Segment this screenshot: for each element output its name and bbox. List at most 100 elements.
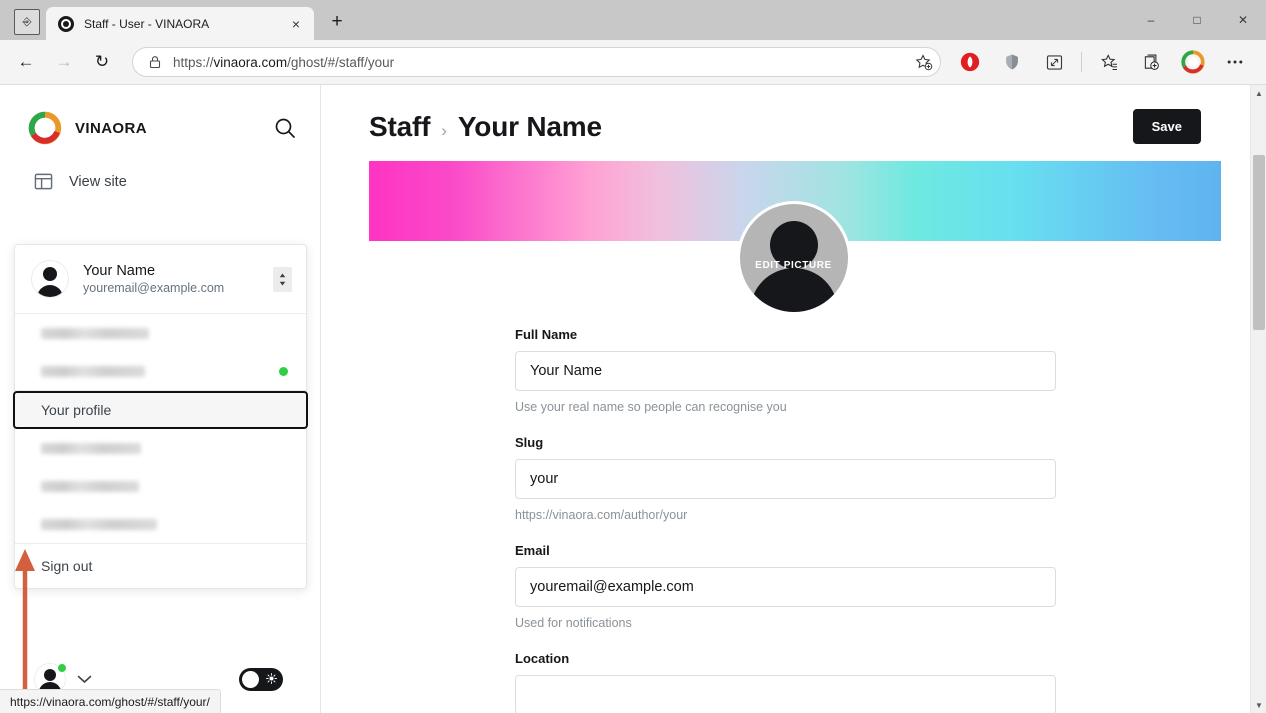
user-email: youremail@example.com — [83, 280, 225, 295]
toggle-knob — [242, 670, 259, 688]
ghost-favicon-icon — [58, 15, 74, 32]
breadcrumb-separator: › — [441, 120, 447, 140]
tracking-prevention-shield-icon[interactable] — [996, 46, 1028, 78]
redacted-label — [41, 480, 139, 492]
field-location: Location — [369, 651, 1218, 713]
vinaora-logo-icon — [28, 111, 62, 145]
minimize-icon[interactable]: – — [1128, 0, 1174, 40]
maximize-icon[interactable]: □ — [1174, 0, 1220, 40]
email-hint: Used for notifications — [515, 616, 632, 630]
url-prefix: https:// — [173, 54, 214, 70]
email-label: Email — [515, 543, 550, 558]
main-content: Staff › Your Name Save EDIT PICTURE Full… — [321, 85, 1266, 713]
email-input[interactable] — [515, 567, 1056, 607]
theme-toggle[interactable] — [239, 667, 283, 691]
location-input[interactable] — [515, 675, 1056, 713]
toolbar-divider — [1081, 52, 1082, 72]
address-bar[interactable]: https://vinaora.com/ghost/#/staff/your — [132, 47, 941, 77]
tab-strip: ⎆ Staff - User - VINAORA × + — [0, 0, 352, 40]
page-content: VINAORA View site Your Name youremail@ex… — [0, 85, 1266, 713]
menu-item-label: Your profile — [41, 402, 112, 418]
save-button[interactable]: Save — [1132, 109, 1201, 144]
menu-item-sign-out[interactable]: Sign out — [15, 544, 306, 588]
status-badge — [279, 366, 288, 376]
view-site-label: View site — [69, 173, 127, 190]
new-tab-button[interactable]: + — [322, 7, 352, 37]
url-host: vinaora.com — [213, 54, 288, 70]
chevron-down-icon[interactable] — [77, 674, 92, 684]
collections-icon[interactable] — [1135, 46, 1167, 78]
slug-hint: https://vinaora.com/author/your — [515, 508, 688, 522]
full-name-hint: Use your real name so people can recogni… — [515, 400, 787, 414]
status-badge — [57, 663, 67, 673]
page-header: Staff › Your Name Save — [321, 85, 1266, 144]
full-name-input[interactable] — [515, 351, 1056, 391]
tab-actions-menu-icon[interactable]: ⎆ — [14, 9, 40, 35]
avatar — [31, 260, 69, 298]
redacted-label — [41, 442, 141, 454]
opera-shield-icon[interactable] — [954, 46, 986, 78]
profile-picture[interactable]: EDIT PICTURE — [736, 201, 851, 315]
window-controls: – □ ✕ — [1128, 0, 1266, 40]
redacted-label — [41, 365, 145, 377]
field-slug: Slug https://vinaora.com/author/your — [369, 435, 1218, 522]
search-icon[interactable] — [272, 115, 298, 141]
full-name-label: Full Name — [515, 327, 578, 342]
redacted-label — [41, 327, 149, 339]
user-menu-popover: Your Name youremail@example.com Your pro… — [13, 244, 308, 589]
vertical-scrollbar[interactable]: ▲ ▼ — [1250, 85, 1266, 713]
sidebar-header: VINAORA — [0, 85, 320, 145]
field-email: Email Used for notifications — [369, 543, 1218, 630]
page-title: Your Name — [457, 110, 602, 142]
url-text: https://vinaora.com/ghost/#/staff/your — [173, 55, 912, 70]
ghost-sidebar: VINAORA View site Your Name youremail@ex… — [0, 85, 321, 713]
reload-icon[interactable]: ↻ — [86, 46, 118, 78]
toolbar-icons — [949, 46, 1256, 78]
slug-label: Slug — [515, 435, 544, 450]
user-menu-header[interactable]: Your Name youremail@example.com — [15, 245, 306, 313]
menu-item-redacted-1[interactable] — [15, 314, 306, 352]
edit-picture-label: EDIT PICTURE — [755, 260, 832, 271]
location-label: Location — [515, 651, 570, 666]
back-icon[interactable]: ← — [10, 46, 42, 78]
brand[interactable]: VINAORA — [28, 111, 272, 145]
forward-icon[interactable]: → — [48, 46, 80, 78]
vinaora-extension-icon[interactable] — [1177, 46, 1209, 78]
sidebar-item-view-site[interactable]: View site — [34, 172, 320, 191]
slug-input[interactable] — [515, 459, 1056, 499]
redacted-label — [41, 518, 157, 530]
menu-item-redacted-5[interactable] — [15, 505, 306, 543]
settings-and-more-icon[interactable] — [1219, 46, 1251, 78]
browser-window-icon — [34, 173, 53, 190]
sun-icon — [266, 672, 277, 684]
field-full-name: Full Name Use your real name so people c… — [369, 327, 1218, 414]
close-tab-icon[interactable]: × — [286, 14, 306, 34]
user-identity: Your Name youremail@example.com — [83, 262, 273, 297]
favorites-star-icon[interactable] — [1093, 46, 1125, 78]
up-down-chevron-icon[interactable] — [273, 266, 292, 292]
split-screen-icon[interactable] — [1038, 46, 1070, 78]
brand-name: VINAORA — [75, 119, 147, 137]
menu-item-redacted-2[interactable] — [15, 352, 306, 390]
scrollbar-thumb[interactable] — [1253, 155, 1265, 330]
menu-item-label: Sign out — [41, 558, 93, 574]
browser-window: ⎆ Staff - User - VINAORA × + – □ ✕ ← → ↻… — [0, 0, 1266, 713]
favorites-star-icon[interactable] — [912, 51, 934, 73]
breadcrumb: Staff › Your Name — [369, 111, 1133, 143]
url-path: /ghost/#/staff/your — [287, 54, 395, 70]
browser-status-bar: https://vinaora.com/ghost/#/staff/your/ — [0, 689, 221, 713]
close-window-icon[interactable]: ✕ — [1220, 0, 1266, 40]
browser-title-bar: ⎆ Staff - User - VINAORA × + – □ ✕ — [0, 0, 1266, 40]
profile-form: Full Name Use your real name so people c… — [321, 327, 1266, 713]
lock-icon — [149, 56, 161, 69]
scroll-down-icon[interactable]: ▼ — [1251, 697, 1266, 713]
menu-item-redacted-3[interactable] — [15, 429, 306, 467]
breadcrumb-staff[interactable]: Staff — [369, 111, 430, 143]
menu-item-redacted-4[interactable] — [15, 467, 306, 505]
user-name: Your Name — [83, 262, 156, 279]
browser-toolbar: ← → ↻ https://vinaora.com/ghost/#/staff/… — [0, 40, 1266, 85]
scroll-up-icon[interactable]: ▲ — [1251, 85, 1266, 101]
tab-title: Staff - User - VINAORA — [84, 16, 210, 31]
browser-tab[interactable]: Staff - User - VINAORA × — [46, 7, 314, 40]
menu-item-your-profile[interactable]: Your profile — [13, 391, 308, 429]
